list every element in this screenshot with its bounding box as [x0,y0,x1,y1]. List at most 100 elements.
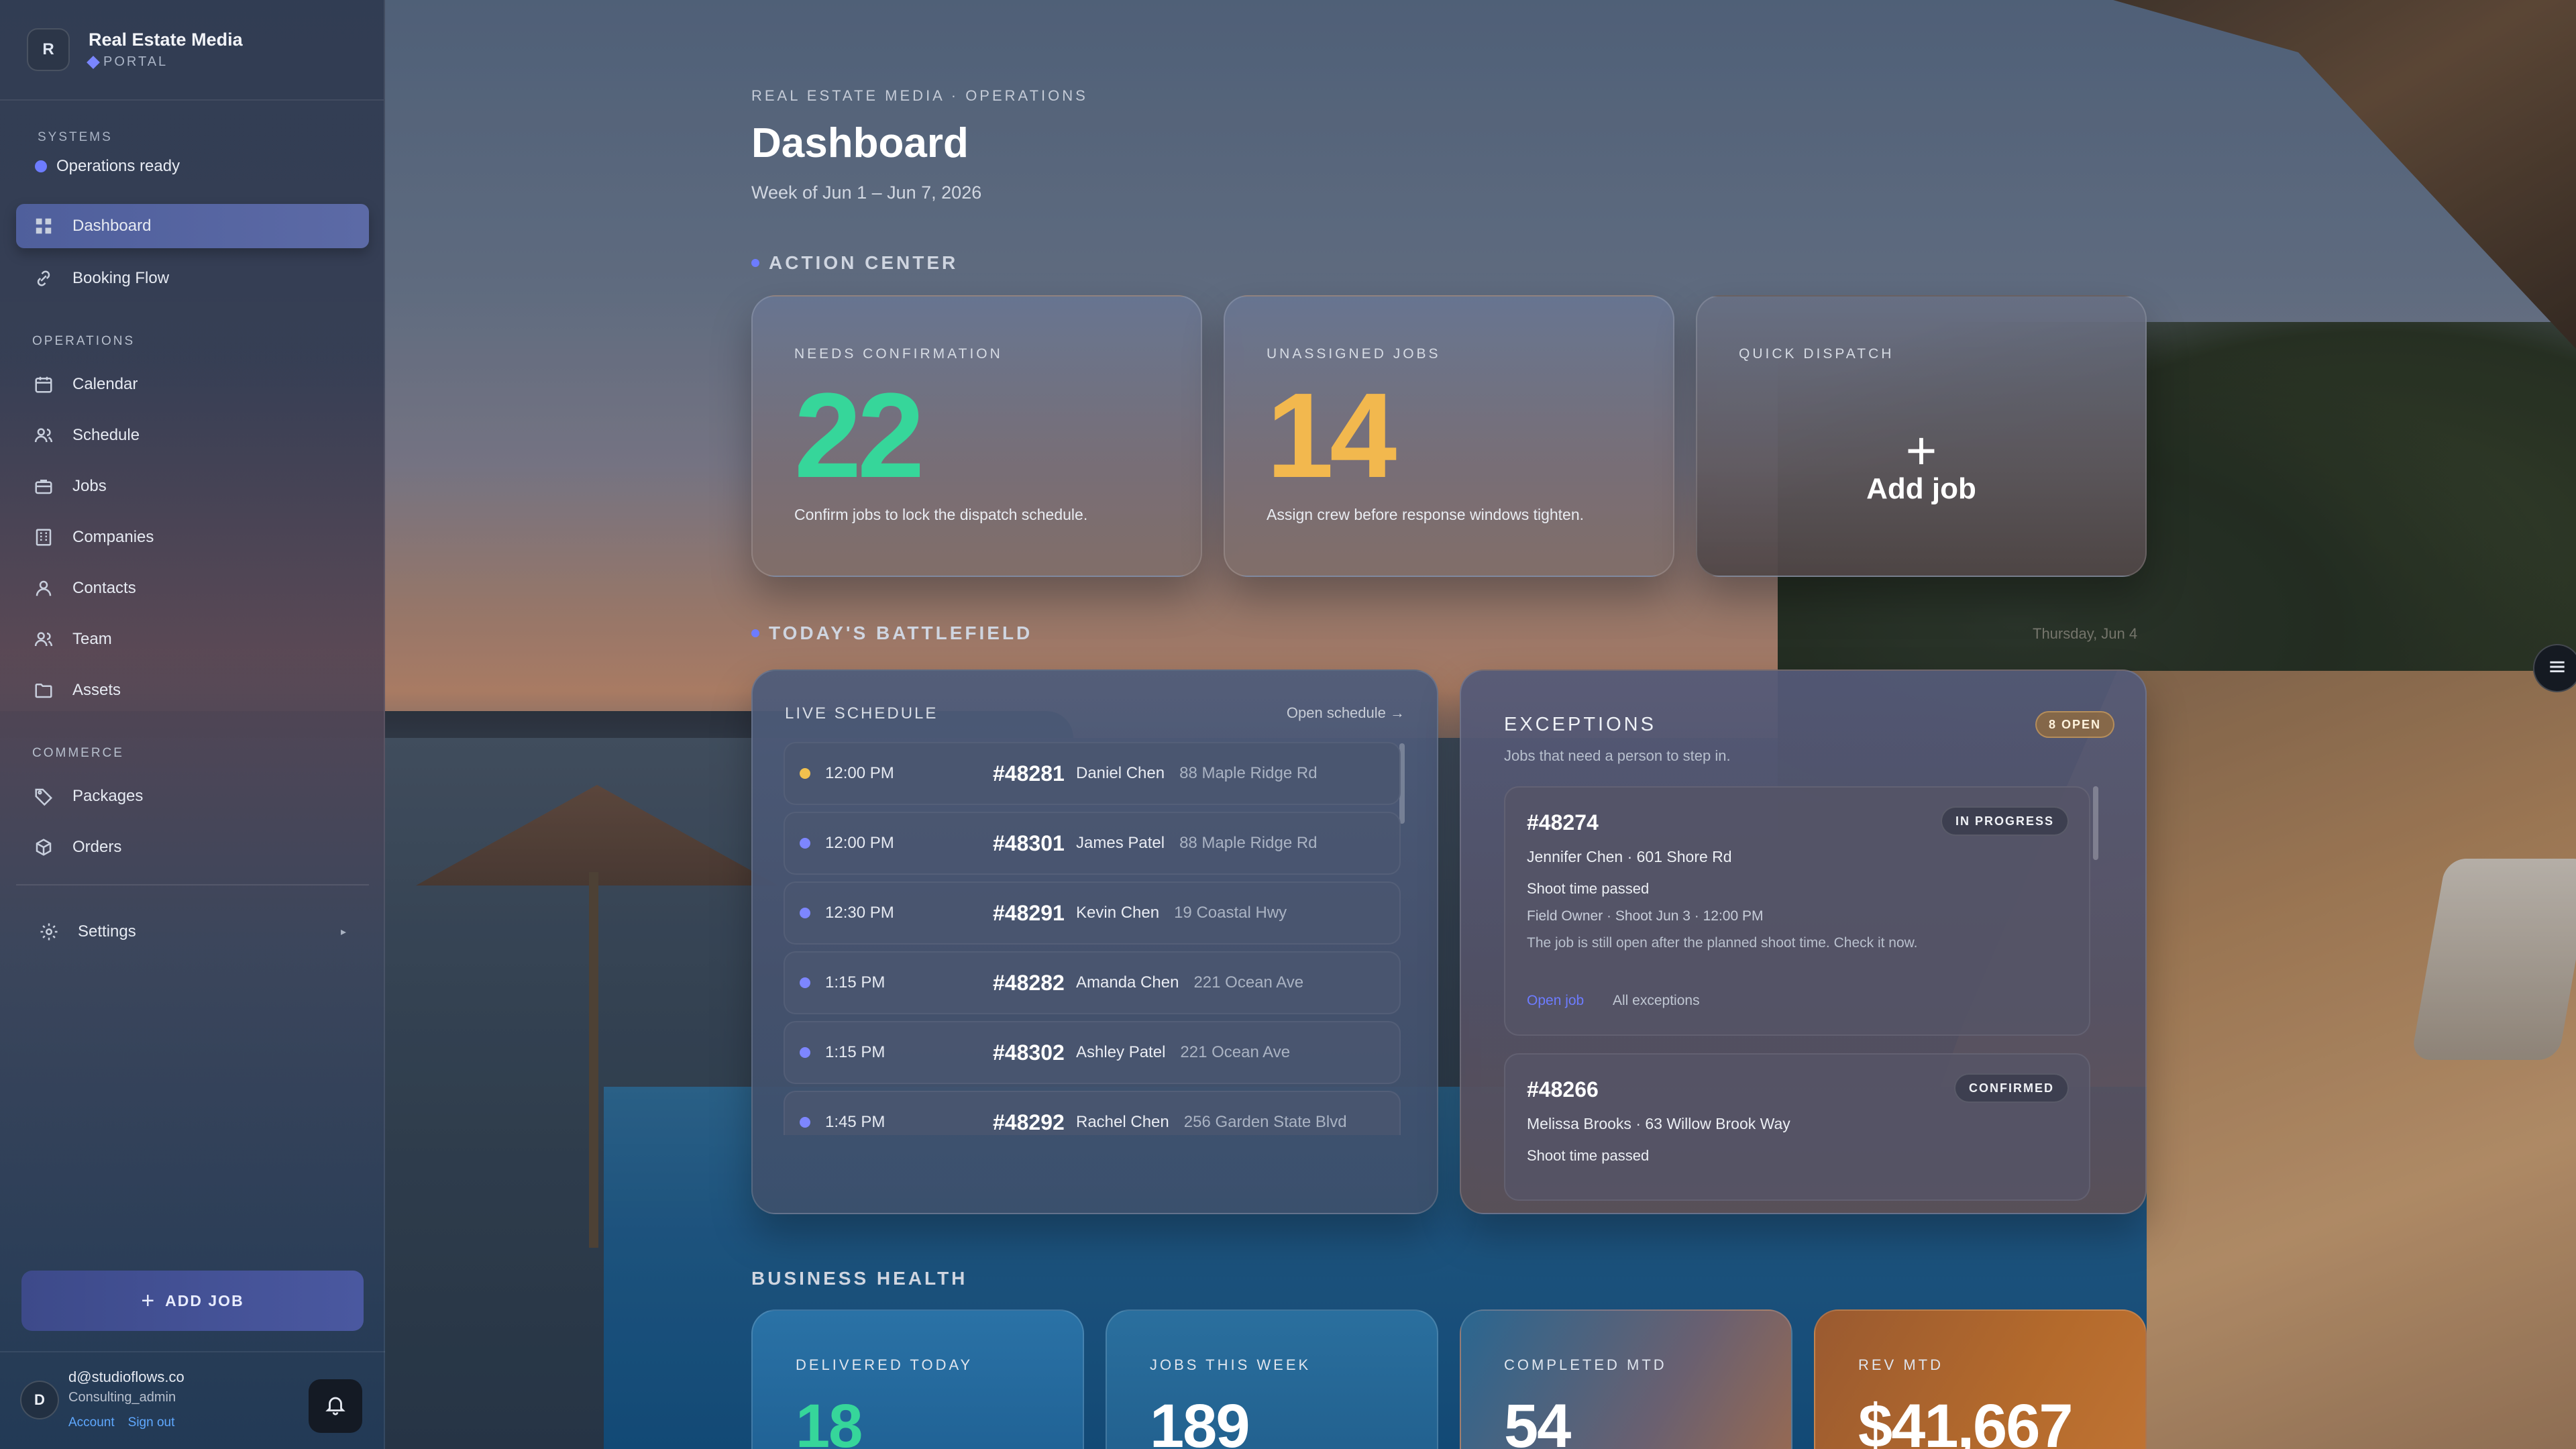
metric-label: JOBS THIS WEEK [1150,1356,1311,1373]
breadcrumb: REAL ESTATE MEDIA · OPERATIONS [751,87,1088,104]
avatar[interactable]: D [20,1381,59,1419]
user-role: Consulting_admin [68,1390,176,1405]
section-bullet-icon [751,629,759,637]
schedule-client: Ashley Patel 221 Ocean Ave [1076,1043,1290,1062]
schedule-address: 19 Coastal Hwy [1174,904,1287,922]
sidebar-add-job-button[interactable]: + ADD JOB [21,1271,364,1331]
notifications-button[interactable] [309,1379,362,1433]
metric-value: 54 [1504,1392,1571,1449]
sidebar-item-booking-flow[interactable]: Booking Flow [16,256,369,301]
card-label: NEEDS CONFIRMATION [794,346,1003,362]
open-job-link[interactable]: Open job [1527,993,1584,1009]
sidebar-item-label: Assets [72,681,121,699]
sidebar-item-companies[interactable]: Companies [16,515,369,559]
sidebar-item-jobs[interactable]: Jobs [16,464,369,508]
schedule-address: 88 Maple Ridge Rd [1179,764,1318,782]
menu-toggle-button[interactable] [2533,644,2576,692]
status-dot-icon [35,160,47,172]
sidebar-item-label: Schedule [72,426,140,444]
card-label: QUICK DISPATCH [1739,346,1894,362]
schedule-address: 256 Garden State Blvd [1183,1113,1347,1131]
section-heading-text: ACTION CENTER [769,252,959,273]
metric-label: DELIVERED TODAY [796,1356,973,1373]
sidebar-item-contacts[interactable]: Contacts [16,566,369,610]
schedule-row[interactable]: 1:15 PM #48302 Ashley Patel 221 Ocean Ave [784,1021,1401,1084]
building-icon [34,527,54,547]
quick-dispatch-card[interactable]: QUICK DISPATCH + Add job [1696,295,2147,577]
gear-icon [39,922,59,942]
systems-status-text: Operations ready [56,157,180,175]
exception-issue: Shoot time passed [1527,1147,1650,1164]
schedule-client: Daniel Chen 88 Maple Ridge Rd [1076,764,1318,783]
sidebar-item-assets[interactable]: Assets [16,668,369,712]
panel-title: EXCEPTIONS [1504,714,1656,735]
exception-job-id: #48266 [1527,1077,1599,1102]
sidebar-item-settings[interactable]: Settings ▸ [16,910,369,954]
revenue-mtd-card[interactable]: REV MTD $41,667 [1814,1309,2147,1449]
schedule-client-name: Amanda Chen [1076,973,1179,991]
schedule-row[interactable]: 1:15 PM #48282 Amanda Chen 221 Ocean Ave [784,951,1401,1014]
schedule-row[interactable]: 12:30 PM #48291 Kevin Chen 19 Coastal Hwy [784,881,1401,945]
sidebar-item-team[interactable]: Team [16,617,369,661]
scrollbar[interactable] [2093,786,2098,860]
add-job-action[interactable]: Add job [1697,472,2145,506]
brand-name: Real Estate Media [89,30,243,50]
brand-subtitle-text: PORTAL [103,54,168,69]
sidebar-item-label: Settings [78,922,136,941]
sidebar-item-dashboard[interactable]: Dashboard [16,204,369,248]
sign-out-link[interactable]: Sign out [128,1415,175,1430]
tag-icon [34,786,54,806]
section-heading-action-center: ACTION CENTER [751,252,958,274]
schedule-time: 12:00 PM [825,834,894,852]
exception-card[interactable]: #48266 CONFIRMED Melissa Brooks · 63 Wil… [1504,1053,2090,1201]
schedule-row[interactable]: 1:45 PM #48292 Rachel Chen 256 Garden State… [784,1091,1401,1135]
schedule-list: 12:00 PM #48281 Daniel Chen 88 Maple Ridge … [753,671,1437,1135]
status-badge: IN PROGRESS [1940,806,2069,836]
schedule-address: 88 Maple Ridge Rd [1179,834,1318,852]
folder-icon [34,680,54,700]
unassigned-jobs-card[interactable]: UNASSIGNED JOBS 14 Assign crew before re… [1224,295,1674,577]
card-note: Confirm jobs to lock the dispatch schedu… [794,506,1088,523]
delivered-today-card[interactable]: DELIVERED TODAY 18 [751,1309,1084,1449]
sidebar-item-label: Team [72,630,112,648]
panel-subtitle: Jobs that need a person to step in. [1504,747,1731,764]
sidebar-item-label: Calendar [72,375,138,393]
sidebar-item-label: Packages [72,787,144,805]
live-schedule-panel: LIVE SCHEDULE Open schedule → 12:00 PM #4… [751,669,1438,1214]
brand[interactable]: R Real Estate Media PORTAL [0,0,384,101]
schedule-row[interactable]: 12:00 PM #48281 Daniel Chen 88 Maple Ridge … [784,742,1401,805]
sidebar-item-packages[interactable]: Packages [16,774,369,818]
brand-logo: R [27,28,70,71]
sidebar-item-schedule[interactable]: Schedule [16,413,369,458]
plus-icon: + [141,1287,156,1313]
schedule-time: 1:45 PM [825,1113,885,1131]
sidebar-item-calendar[interactable]: Calendar [16,362,369,407]
sidebar-item-label: Jobs [72,477,107,495]
schedule-client-name: Kevin Chen [1076,904,1160,922]
schedule-client-name: Ashley Patel [1076,1043,1166,1061]
schedule-client: Rachel Chen 256 Garden State Blvd [1076,1113,1347,1132]
schedule-job-id: #48282 [993,970,1065,995]
schedule-client-name: James Patel [1076,834,1165,852]
needs-confirmation-card[interactable]: NEEDS CONFIRMATION 22 Confirm jobs to lo… [751,295,1202,577]
exception-card[interactable]: #48274 IN PROGRESS Jennifer Chen · 601 S… [1504,786,2090,1036]
schedule-row[interactable]: 12:00 PM #48301 James Patel 88 Maple Ridge … [784,812,1401,875]
completed-mtd-card[interactable]: COMPLETED MTD 54 [1460,1309,1792,1449]
battlefield-date: Thursday, Jun 4 [2033,625,2138,642]
needs-confirmation-count: 22 [794,368,924,503]
section-label-operations: OPERATIONS [32,334,136,348]
box-icon [34,837,54,857]
all-exceptions-link[interactable]: All exceptions [1613,993,1700,1009]
schedule-time: 1:15 PM [825,1043,885,1061]
sidebar-item-label: Companies [72,528,154,546]
exception-description: The job is still open after the planned … [1527,935,1918,951]
schedule-job-id: #48291 [993,900,1065,925]
menu-icon [2546,656,2568,681]
account-link[interactable]: Account [68,1415,115,1430]
sidebar-item-orders[interactable]: Orders [16,825,369,869]
jobs-this-week-card[interactable]: JOBS THIS WEEK 189 [1106,1309,1438,1449]
sidebar-item-label: Orders [72,838,122,856]
schedule-client-name: Daniel Chen [1076,764,1165,782]
schedule-address: 221 Ocean Ave [1193,973,1304,991]
metric-value: $41,667 [1858,1392,2074,1449]
